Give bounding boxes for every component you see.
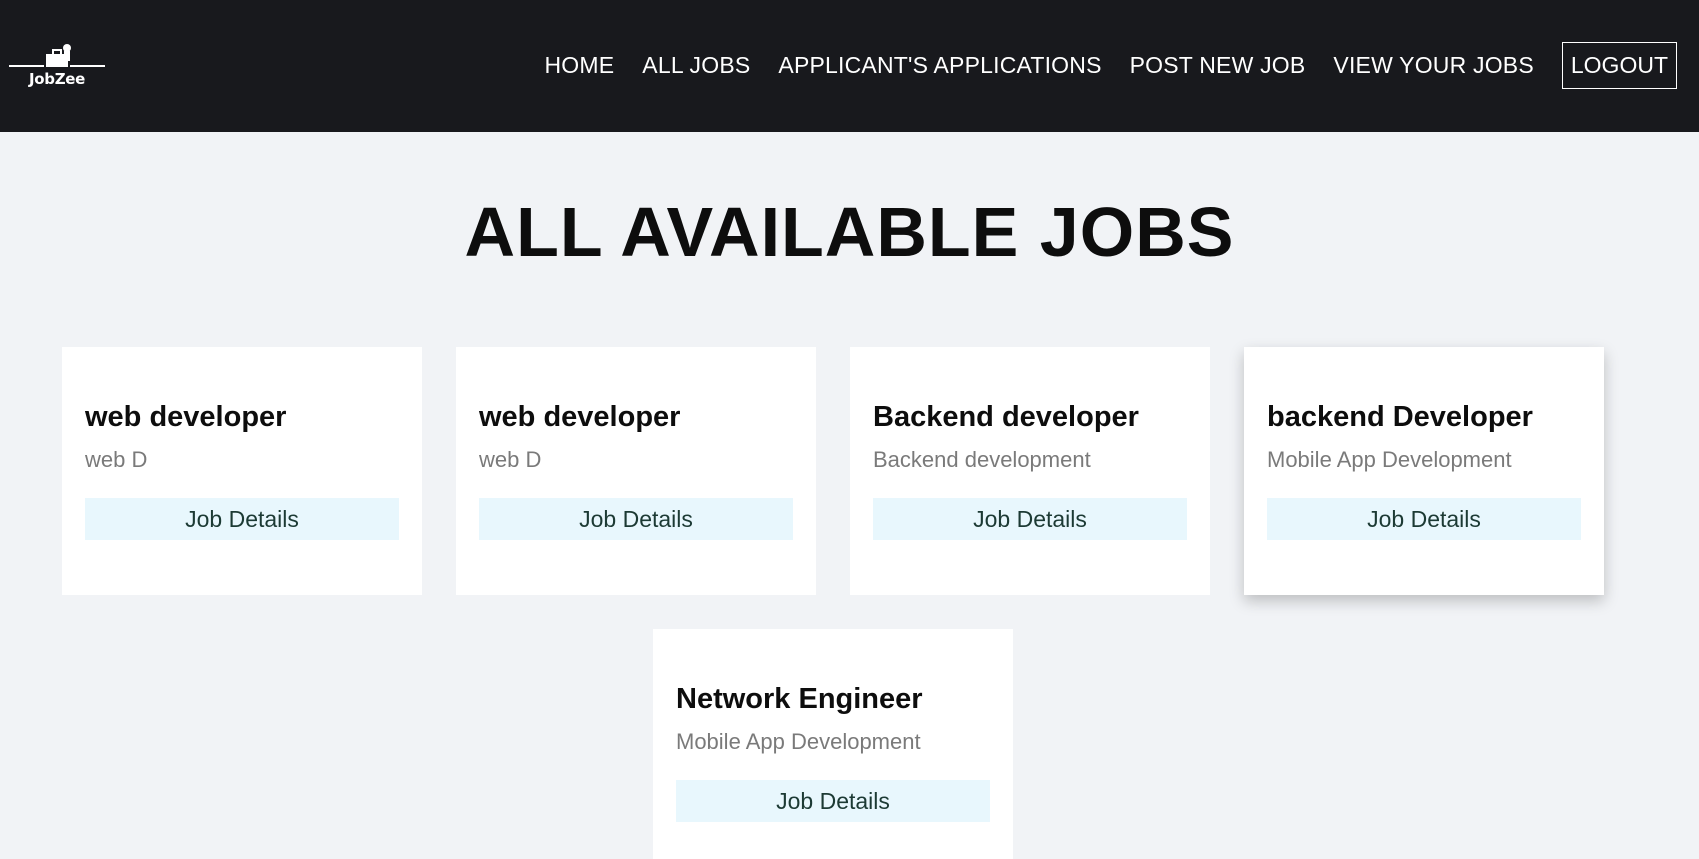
job-seeker-logo-icon	[9, 44, 105, 67]
job-category: web D	[479, 447, 542, 472]
job-title: web developer	[85, 401, 287, 433]
nav-all-jobs-link[interactable]: ALL JOBS	[642, 52, 750, 79]
nav-menu: HOME ALL JOBS APPLICANT'S APPLICATIONS P…	[516, 41, 1677, 89]
job-card: web developer web D Job Details	[456, 347, 816, 595]
nav-your-jobs-link[interactable]: VIEW YOUR JOBS	[1333, 52, 1533, 79]
job-category: Mobile App Development	[1267, 447, 1512, 472]
job-details-button[interactable]: Job Details	[85, 498, 399, 540]
job-title: web developer	[479, 401, 681, 433]
job-card: backend Developer Mobile App Development…	[1244, 347, 1604, 595]
nav-post-job-link[interactable]: POST NEW JOB	[1130, 52, 1306, 79]
job-title: Backend developer	[873, 401, 1139, 433]
job-category: web D	[85, 447, 148, 472]
job-title: Network Engineer	[676, 683, 923, 715]
job-card: Network Engineer Mobile App Development …	[653, 629, 1013, 859]
job-details-button[interactable]: Job Details	[479, 498, 793, 540]
nav-applications-link[interactable]: APPLICANT'S APPLICATIONS	[778, 52, 1101, 79]
job-card: web developer web D Job Details	[62, 347, 422, 595]
brand-logo[interactable]: JobZee	[8, 42, 106, 90]
navbar: JobZee HOME ALL JOBS APPLICANT'S APPLICA…	[0, 0, 1699, 132]
nav-home-link[interactable]: HOME	[544, 52, 614, 79]
job-details-button[interactable]: Job Details	[1267, 498, 1581, 540]
logout-button[interactable]: LOGOUT	[1561, 41, 1677, 89]
job-title: backend Developer	[1267, 401, 1533, 433]
job-category: Backend development	[873, 447, 1091, 472]
job-details-button[interactable]: Job Details	[873, 498, 1187, 540]
brand-name: JobZee	[28, 70, 86, 88]
job-category: Mobile App Development	[676, 729, 921, 754]
page-title: ALL AVAILABLE JOBS	[464, 193, 1235, 271]
job-details-button[interactable]: Job Details	[676, 780, 990, 822]
job-card: Backend developer Backend development Jo…	[850, 347, 1210, 595]
